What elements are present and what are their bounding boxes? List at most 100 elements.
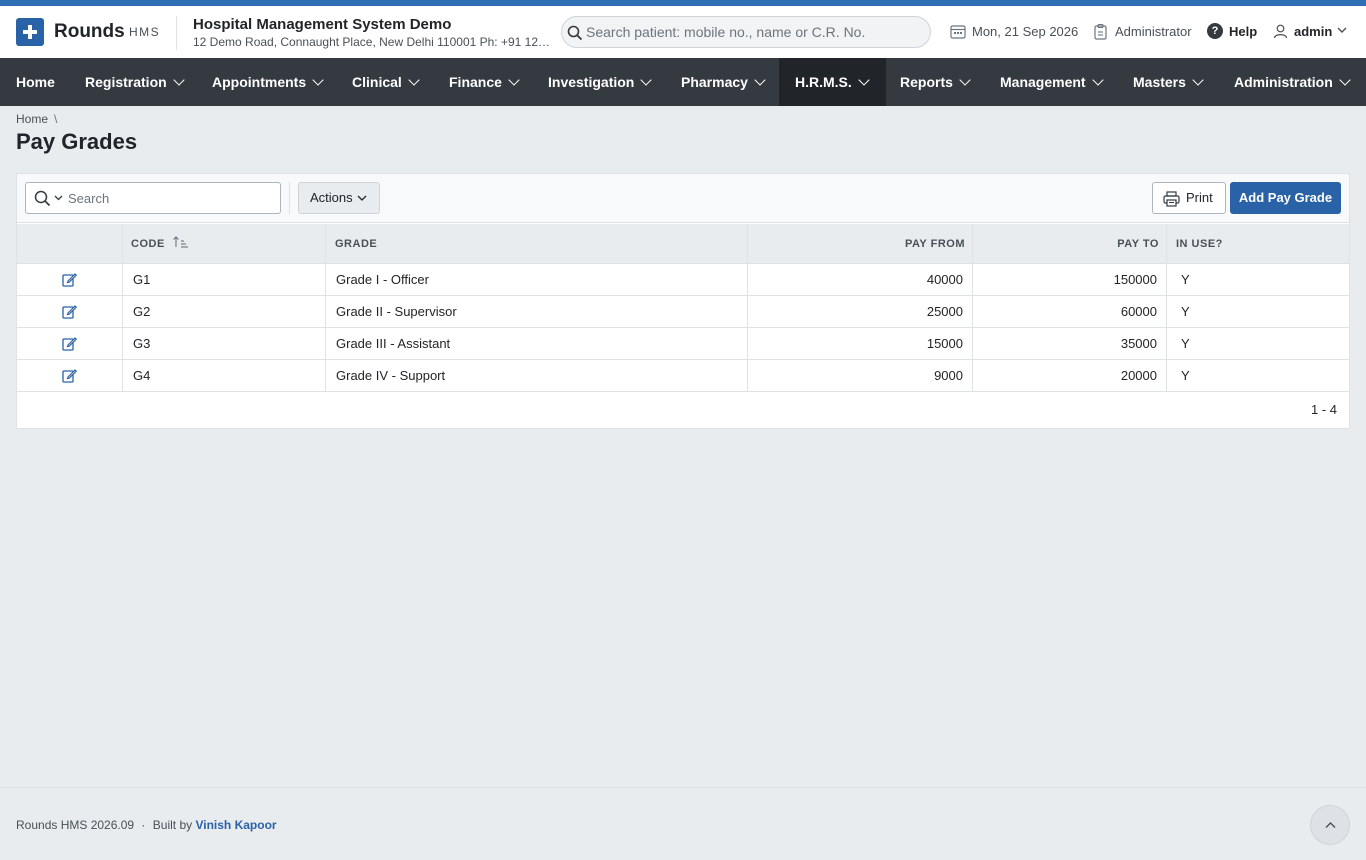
- app-header: Rounds HMS Hospital Management System De…: [0, 6, 1366, 58]
- chevron-down-icon: [640, 74, 653, 86]
- nav-investigation[interactable]: Investigation: [548, 58, 653, 106]
- date-label: Mon, 21 Sep 2026: [972, 24, 1079, 39]
- patient-search-input[interactable]: [586, 21, 916, 43]
- nav-administration[interactable]: Administration: [1234, 58, 1351, 106]
- footer-built-by: Built by: [152, 818, 193, 832]
- page-footer: Rounds HMS 2026.09 · Built by Vinish Kap…: [0, 787, 1366, 860]
- table-search-box[interactable]: [25, 182, 281, 214]
- cell-pay-from: 15000: [748, 328, 973, 360]
- cell-in-use: Y: [1167, 360, 1349, 392]
- help-label[interactable]: Help: [1229, 24, 1257, 39]
- sort-ascending-icon[interactable]: [172, 236, 189, 248]
- column-header-in-use[interactable]: IN USE?: [1167, 224, 1349, 264]
- edit-icon[interactable]: [62, 368, 77, 383]
- search-icon: [34, 190, 51, 207]
- footer-author-link[interactable]: Vinish Kapoor: [195, 818, 276, 832]
- edit-icon[interactable]: [62, 272, 77, 287]
- chevron-down-icon: [858, 74, 870, 86]
- chevron-down-icon: [1091, 74, 1104, 86]
- column-header-grade[interactable]: GRADE: [326, 224, 748, 264]
- breadcrumb-separator: \: [54, 112, 58, 126]
- chevron-down-icon: [173, 74, 185, 86]
- patient-search-box[interactable]: [561, 16, 931, 48]
- printer-icon: [1163, 191, 1180, 207]
- column-divider: [1166, 224, 1167, 392]
- cell-grade: Grade IV - Support: [326, 360, 748, 392]
- nav-registration[interactable]: Registration: [85, 58, 185, 106]
- footer-dot: ·: [141, 818, 146, 832]
- cell-pay-from: 40000: [748, 264, 973, 296]
- actions-dropdown-button[interactable]: Actions: [298, 182, 380, 214]
- column-divider: [747, 224, 748, 392]
- cell-grade: Grade I - Officer: [326, 264, 748, 296]
- cell-pay-to: 150000: [973, 264, 1167, 296]
- nav-reports[interactable]: Reports: [900, 58, 971, 106]
- cell-code: G1: [123, 264, 326, 296]
- table-row: [17, 296, 123, 328]
- breadcrumb-home[interactable]: Home: [16, 112, 48, 126]
- user-name[interactable]: admin: [1294, 24, 1332, 39]
- column-header-pay-from[interactable]: PAY FROM: [748, 224, 973, 264]
- print-label: Print: [1186, 190, 1213, 205]
- pay-grades-panel: Actions Print Add Pay Grade CODE GRADE P…: [16, 173, 1350, 429]
- chevron-down-icon[interactable]: [54, 195, 63, 201]
- nav-hrms[interactable]: H.R.M.S.: [779, 58, 886, 106]
- column-divider: [325, 224, 326, 392]
- nav-clinical[interactable]: Clinical: [352, 58, 420, 106]
- chevron-down-icon: [959, 74, 971, 86]
- table-search-input[interactable]: [68, 188, 268, 208]
- cell-pay-to: 35000: [973, 328, 1167, 360]
- brand-name[interactable]: Rounds: [54, 21, 125, 43]
- chevron-down-icon: [1339, 74, 1351, 86]
- nav-home[interactable]: Home: [16, 58, 55, 106]
- brand-subtitle: HMS: [129, 25, 161, 39]
- chevron-down-icon: [408, 74, 420, 86]
- add-pay-grade-button[interactable]: Add Pay Grade: [1230, 182, 1341, 214]
- search-icon: [567, 25, 583, 41]
- edit-icon[interactable]: [62, 336, 77, 351]
- nav-appointments[interactable]: Appointments: [212, 58, 324, 106]
- cell-pay-to: 60000: [973, 296, 1167, 328]
- footer-version: Rounds HMS 2026.09: [16, 818, 135, 832]
- edit-icon[interactable]: [62, 304, 77, 319]
- chevron-down-icon: [1192, 74, 1204, 86]
- badge-icon: [1094, 24, 1107, 40]
- nav-masters[interactable]: Masters: [1133, 58, 1204, 106]
- hospital-name: Hospital Management System Demo: [193, 16, 452, 33]
- chevron-down-icon: [1337, 27, 1347, 33]
- nav-finance[interactable]: Finance: [449, 58, 520, 106]
- cell-in-use: Y: [1167, 296, 1349, 328]
- column-divider: [972, 224, 973, 392]
- cell-pay-from: 9000: [748, 360, 973, 392]
- cell-code: G2: [123, 296, 326, 328]
- chevron-down-icon: [357, 195, 367, 201]
- column-header-pay-to[interactable]: PAY TO: [973, 224, 1167, 264]
- cell-pay-to: 20000: [973, 360, 1167, 392]
- table-footer: 1 - 4: [17, 392, 1349, 428]
- nav-pharmacy[interactable]: Pharmacy: [681, 58, 766, 106]
- role-label[interactable]: Administrator: [1115, 24, 1192, 39]
- hospital-address: 12 Demo Road, Connaught Place, New Delhi…: [193, 35, 551, 49]
- help-icon: ?: [1207, 23, 1223, 39]
- actions-label: Actions: [310, 190, 353, 205]
- cell-code: G3: [123, 328, 326, 360]
- main-navbar: Home Registration Appointments Clinical …: [0, 58, 1366, 106]
- table-row: [17, 360, 123, 392]
- print-button[interactable]: Print: [1152, 182, 1226, 214]
- cell-in-use: Y: [1167, 328, 1349, 360]
- chevron-down-icon: [312, 74, 324, 86]
- breadcrumb: Home \: [16, 112, 57, 126]
- table-row: [17, 264, 123, 296]
- logo-icon[interactable]: [16, 18, 44, 46]
- header-divider: [176, 16, 177, 50]
- cell-code: G4: [123, 360, 326, 392]
- chevron-up-icon: [1325, 822, 1336, 828]
- toolbar-divider: [289, 182, 290, 214]
- nav-management[interactable]: Management: [1000, 58, 1104, 106]
- column-header-code[interactable]: CODE: [123, 224, 326, 264]
- cell-in-use: Y: [1167, 264, 1349, 296]
- scroll-to-top-button[interactable]: [1310, 805, 1350, 845]
- table-toolbar: Actions Print Add Pay Grade: [17, 174, 1349, 223]
- column-header-edit: [17, 224, 123, 264]
- page-title: Pay Grades: [16, 129, 138, 154]
